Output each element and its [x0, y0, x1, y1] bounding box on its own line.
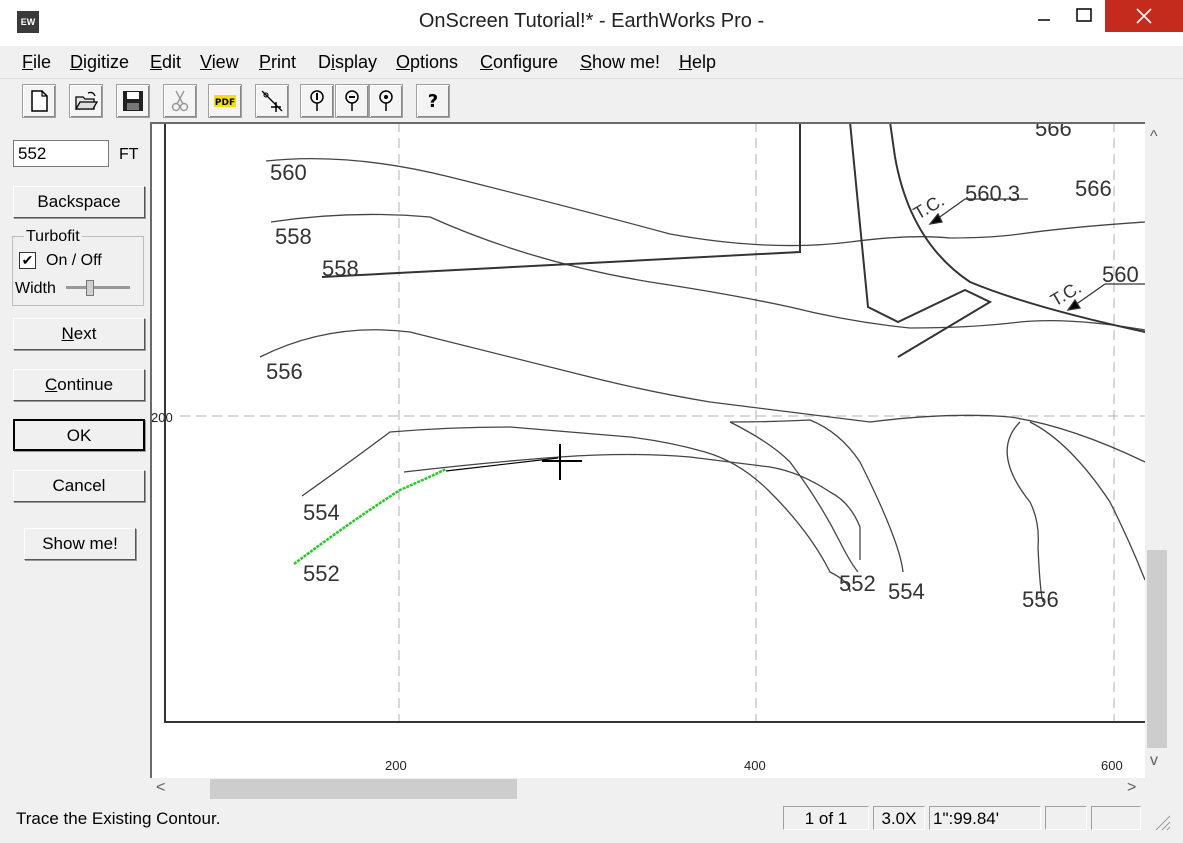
- toolbar: PDF ?: [0, 80, 1183, 122]
- contour-drawing: 200 560 558 558 556 554 552 552 554 556 …: [151, 122, 1145, 773]
- menu-digitize[interactable]: Digitize: [70, 52, 129, 73]
- resize-grip-icon[interactable]: [1152, 812, 1172, 832]
- menu-view[interactable]: View: [200, 52, 239, 73]
- horizontal-scroll-thumb[interactable]: [210, 779, 517, 799]
- menu-file[interactable]: File: [22, 52, 51, 73]
- probe-3-button[interactable]: [369, 84, 403, 118]
- probe-2-icon: [345, 90, 359, 111]
- label-556: 556: [266, 359, 303, 384]
- label-554: 554: [303, 500, 340, 525]
- elevation-unit: FT: [119, 146, 139, 163]
- help-question-icon: ?: [428, 91, 438, 112]
- axis-label-600: 600: [1101, 758, 1123, 773]
- grid-lines: [180, 124, 1145, 722]
- maximize-icon: [1076, 8, 1092, 22]
- menu-show-me[interactable]: Show me!: [580, 52, 660, 73]
- pdf-icon: PDF: [214, 95, 236, 108]
- axis-label-400: 400: [744, 758, 766, 773]
- cancel-button[interactable]: Cancel: [13, 470, 145, 502]
- scroll-left-icon[interactable]: <: [156, 779, 165, 797]
- menu-bar: File Digitize Edit View Print Display Op…: [0, 46, 1183, 79]
- backspace-button[interactable]: Backspace: [13, 186, 145, 218]
- help-button[interactable]: ?: [416, 84, 450, 118]
- label-552-right: 552: [839, 571, 876, 596]
- show-me-button[interactable]: Show me!: [24, 528, 136, 560]
- menu-options[interactable]: Options: [396, 52, 458, 73]
- crosshair-cursor: [542, 444, 582, 480]
- cut-scissors-icon: [171, 90, 189, 112]
- label-tc-560-3: 560.3: [965, 181, 1020, 206]
- grid-label-200-y: 200: [151, 410, 173, 425]
- scroll-right-icon[interactable]: >: [1127, 779, 1136, 797]
- cut-button[interactable]: [163, 84, 197, 118]
- new-file-icon: [31, 90, 48, 112]
- axis-labels: 200 400 600: [385, 758, 1123, 773]
- save-button[interactable]: [116, 84, 150, 118]
- probe-1-button[interactable]: [300, 84, 334, 118]
- digitize-cursor-icon: [261, 90, 283, 112]
- save-disk-icon: [123, 91, 143, 111]
- contour-lines: [259, 157, 1145, 603]
- plan-border: [164, 124, 1145, 723]
- status-panel-empty-1: [1045, 806, 1087, 830]
- ok-button[interactable]: OK: [13, 419, 145, 451]
- maximize-button[interactable]: [1061, 0, 1107, 32]
- close-icon: [1136, 8, 1152, 24]
- menu-display[interactable]: Display: [318, 52, 377, 73]
- label-558-b: 558: [322, 256, 359, 281]
- label-552: 552: [303, 561, 340, 586]
- pdf-button[interactable]: PDF: [208, 84, 242, 118]
- status-zoom: 3.0X: [873, 806, 925, 830]
- label-560: 560: [270, 160, 307, 185]
- label-558-a: 558: [275, 224, 312, 249]
- turbofit-label: Turbofit: [24, 228, 82, 246]
- width-label: Width: [15, 280, 56, 297]
- probe-1-icon: [310, 90, 324, 111]
- open-button[interactable]: [69, 84, 103, 118]
- open-folder-icon: [74, 91, 98, 110]
- axis-label-200: 200: [385, 758, 407, 773]
- drawing-canvas[interactable]: 200 560 558 558 556 554 552 552 554 556 …: [150, 122, 1145, 778]
- turbofit-onoff-label: On / Off: [46, 252, 102, 269]
- menu-help[interactable]: Help: [679, 52, 716, 73]
- label-566-top: 566: [1035, 122, 1072, 141]
- tc-label-1: T.C.: [910, 190, 948, 223]
- digitize-panel: [0, 122, 150, 802]
- probe-3-icon: [379, 90, 393, 111]
- new-file-button[interactable]: [22, 84, 56, 118]
- contour-labels: 560 558 558 556 554 552 552 554 556 566 …: [266, 122, 1139, 612]
- label-556-right: 556: [1022, 587, 1059, 612]
- next-button[interactable]: Next: [13, 318, 145, 350]
- label-tc-560: 560: [1102, 262, 1139, 287]
- tc-leaders: [928, 198, 1145, 311]
- status-panel-empty-2: [1091, 806, 1141, 830]
- label-566: 566: [1075, 176, 1112, 201]
- probe-2-button[interactable]: [335, 84, 369, 118]
- close-button[interactable]: [1105, 0, 1183, 32]
- menu-edit[interactable]: Edit: [150, 52, 181, 73]
- menu-configure[interactable]: Configure: [480, 52, 558, 73]
- menu-print[interactable]: Print: [259, 52, 296, 73]
- turbofit-checkbox[interactable]: ✔: [19, 252, 36, 269]
- status-scale: 1":99.84': [929, 806, 1041, 830]
- scroll-up-icon[interactable]: ^: [1150, 128, 1158, 146]
- scroll-down-icon[interactable]: v: [1150, 752, 1158, 770]
- elevation-input[interactable]: [13, 140, 109, 167]
- svg-text:?: ?: [428, 91, 438, 112]
- continue-button[interactable]: Continue: [13, 369, 145, 401]
- svg-text:PDF: PDF: [215, 98, 235, 108]
- digitize-button[interactable]: [255, 84, 289, 118]
- status-message: Trace the Existing Contour.: [16, 809, 221, 828]
- width-slider-track[interactable]: [66, 286, 130, 289]
- rubber-band-line: [445, 457, 559, 472]
- label-554-right: 554: [888, 579, 925, 604]
- status-page: 1 of 1: [783, 806, 869, 830]
- vertical-scroll-thumb[interactable]: [1147, 550, 1167, 748]
- width-slider-thumb[interactable]: [86, 280, 94, 296]
- window-title: OnScreen Tutorial!* - EarthWorks Pro -: [418, 10, 765, 32]
